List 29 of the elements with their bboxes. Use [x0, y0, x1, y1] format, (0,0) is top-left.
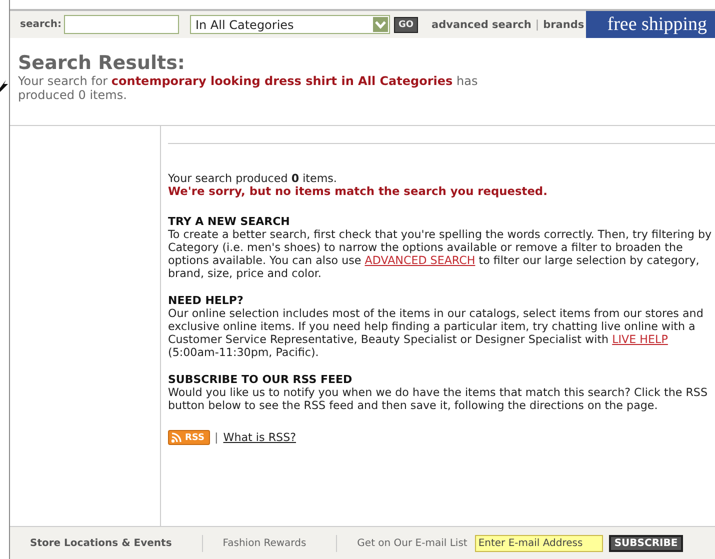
- top-link[interactable]: brands: [543, 18, 584, 30]
- what-is-rss-link[interactable]: What is RSS?: [223, 431, 296, 444]
- result-count: Your search produced 0 items.: [168, 172, 338, 185]
- footer-link[interactable]: Fashion Rewards: [222, 538, 306, 548]
- rss-icon: [171, 432, 182, 443]
- arrow-icon: [0, 80, 8, 92]
- section-heading: NEED HELP?: [168, 294, 244, 307]
- link-separator: |: [535, 18, 540, 31]
- section-text: Our online selection includes most of the items in our catalogs, select items from our stores and exclusive online items. If you need help finding a particular item, try chatting live online with a Customer Service Representative, Beauty Specialist or Designer Specialist with LIVE HELP (5:00am-11:30pm, Pacific).: [168, 307, 704, 359]
- email-label: Get on Our E-mail List: [357, 538, 468, 548]
- section-heading: SUBSCRIBE TO OUR RSS FEED: [168, 373, 354, 386]
- search-label: search:: [20, 19, 62, 30]
- results-title: Search Results:: [18, 52, 186, 74]
- footer-link[interactable]: Store Locations & Events: [30, 538, 172, 548]
- section-heading: TRY A NEW SEARCH: [168, 215, 291, 228]
- subscribe-button[interactable]: SUBSCRIBE: [609, 534, 683, 552]
- go-button[interactable]: GO: [394, 16, 418, 32]
- text-link[interactable]: ADVANCED SEARCH: [364, 254, 476, 267]
- results-summary: Your search for contemporary looking dress shirt in All Categories has produced 0 items.: [18, 74, 479, 102]
- link-separator: |: [214, 431, 218, 444]
- no-results-message: We're sorry, but no items match the search you requested.: [168, 185, 548, 198]
- text-link[interactable]: LIVE HELP: [612, 333, 668, 346]
- section-text: Would you like us to notify you when we do have the items that match this search? Click the RSS button below to see the RSS feed and then save it, following the directions on the page.: [168, 386, 709, 412]
- category-dropdown[interactable]: In All Categories: [190, 15, 390, 34]
- section-text: To create a better search, first check that you're spelling the words correctly. Then, try filtering by Category (i.e. men's shoes) to narrow the options available or remove a filter to broaden the options available. You can also use ADVANCED SEARCH to filter our large selection by category, brand, size, price and color.: [168, 228, 712, 280]
- email-field[interactable]: Enter E-mail Address: [475, 534, 604, 552]
- free-shipping-banner[interactable]: free shipping: [586, 11, 715, 38]
- top-link[interactable]: advanced search: [432, 18, 532, 30]
- search-field[interactable]: [64, 15, 180, 34]
